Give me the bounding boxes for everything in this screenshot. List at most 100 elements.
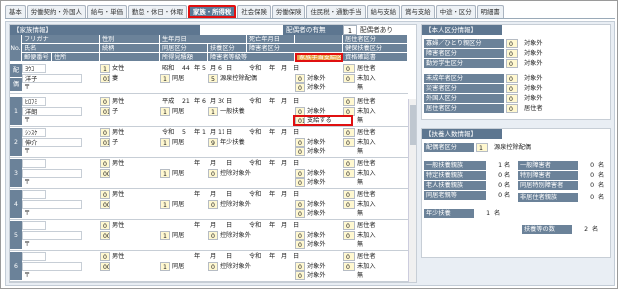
dep-left-unit-1: 名 [504, 172, 511, 179]
family-row-5 [10, 221, 408, 251]
vertical-scrollbar[interactable] [408, 99, 416, 282]
dep-minor-label: 年少扶養 [424, 209, 474, 218]
dep-right-label-0: 一般障害者 [518, 161, 578, 170]
col-header-no: No. [10, 35, 22, 62]
col-header-residence: 居住者区分 [343, 35, 408, 44]
col-header-name: 氏名 [22, 44, 100, 53]
col-header-blank-4 [295, 35, 343, 44]
spouse-presence-text: 配偶者あり [360, 26, 393, 34]
self-code-0[interactable]: 0 [506, 39, 518, 48]
tab-6[interactable]: 労働保険 [271, 5, 306, 18]
family-panel: 【家族情報】 配偶者の有無 1 配偶者あり No. フリガナ 性別 生年月日 死亡年月日… [9, 24, 417, 283]
spouse-presence-input[interactable]: 1 [343, 25, 357, 35]
col-header-health_ins: 健保扶養区分 [343, 44, 408, 53]
dep-left-label-0: 一般扶養親族 [424, 161, 486, 170]
dep-left-unit-3: 名 [504, 192, 511, 199]
self-text-0: 対象外 [524, 40, 543, 47]
dep-left-value-2: 0 [498, 182, 502, 189]
col-header-birth: 生年月日 [160, 35, 247, 44]
col-header-furigana: フリガナ [22, 35, 100, 44]
self-code-3[interactable]: 0 [506, 74, 518, 83]
self-label-6: 居住者区分 [424, 104, 504, 113]
self-code-1[interactable]: 0 [506, 49, 518, 58]
self-code-6[interactable]: 0 [506, 104, 518, 113]
tab-2[interactable]: 給与・単価 [86, 5, 127, 18]
self-text-5: 対象外 [524, 95, 543, 102]
tab-5[interactable]: 社会保険 [237, 5, 271, 18]
dep-right-label-1: 特別障害者 [518, 171, 578, 180]
col-header-income: 所得見積額 [160, 53, 208, 62]
tab-10[interactable]: 中途・区分 [435, 5, 476, 18]
dep-spouse-code[interactable]: 1 [476, 143, 488, 152]
tab-3[interactable]: 勤怠・休日・休暇 [127, 5, 187, 18]
self-text-2: 対象外 [524, 60, 543, 67]
dep-left-label-2: 老人扶養親族 [424, 181, 486, 190]
col-header-blank-14 [100, 53, 160, 62]
dep-minor-value: 1 [486, 210, 490, 217]
window-frame: 基本 労働契約・外国人 給与・単価 勤怠・休日・休暇 家族・所得税 社会保険 労働保険 住民税… [0, 0, 618, 289]
family-row-6 [10, 252, 408, 282]
tab-9[interactable]: 賞与支給 [401, 5, 435, 18]
dep-right-label-2: 同居特別障害者 [518, 181, 578, 190]
col-header-qual_date: 資格確認書 [343, 53, 408, 62]
family-row-3 [10, 159, 408, 189]
dep-spouse-label: 配偶者区分 [424, 143, 474, 152]
col-header-gender: 性別 [100, 35, 160, 44]
self-label-5: 外国人区分 [424, 94, 504, 103]
self-code-5[interactable]: 0 [506, 94, 518, 103]
dependents-title: 【扶養人数情報】 [422, 129, 502, 139]
dep-total-unit: 名 [592, 226, 599, 233]
self-label-3: 未成年者区分 [424, 74, 504, 83]
dep-nonres-unit: 名 [598, 194, 605, 201]
family-header: 【家族情報】 配偶者の有無 1 配偶者あり [10, 25, 416, 35]
dep-left-value-1: 0 [498, 172, 502, 179]
dep-left-label-3: 同居老親等 [424, 191, 486, 200]
self-text-3: 対象外 [524, 75, 543, 82]
content-area: 【家族情報】 配偶者の有無 1 配偶者あり No. フリガナ 性別 生年月日 死亡年月日… [5, 21, 615, 286]
highlight-allowance [293, 115, 353, 126]
dep-spouse-text: 源泉控除配偶 [494, 144, 532, 151]
dep-right-unit-2: 名 [598, 182, 605, 189]
dep-left-unit-0: 名 [504, 162, 511, 169]
dep-right-value-2: 0 [590, 182, 594, 189]
dep-left-value-0: 1 [498, 162, 502, 169]
family-row-2 [10, 128, 408, 158]
col-header-relation: 続柄 [100, 44, 160, 53]
col-header-death: 死亡年月日 [247, 35, 295, 44]
tab-8[interactable]: 給与支給 [366, 5, 401, 18]
col-header-dep_cat: 扶養区分 [208, 44, 247, 53]
self-text-4: 対象外 [524, 85, 543, 92]
spouse-presence-label: 配偶者の有無 [283, 25, 343, 35]
self-info-title: 【本人区分情報】 [422, 25, 502, 35]
self-label-0: 寡婦／ひとり親区分 [424, 39, 504, 48]
tab-7[interactable]: 住民税・通勤手当 [306, 5, 366, 18]
col-header-family_allow: 家族手当支給区分 [295, 53, 343, 62]
tab-bar: 基本 労働契約・外国人 給与・単価 勤怠・休日・休暇 家族・所得税 社会保険 労働保険 住民税… [5, 5, 615, 19]
dep-left-unit-2: 名 [504, 182, 511, 189]
dep-left-value-3: 0 [498, 192, 502, 199]
col-header-disability: 障害者区分 [247, 44, 343, 53]
spouse-block [10, 64, 408, 94]
family-row-4 [10, 190, 408, 220]
dep-right-unit-0: 名 [598, 162, 605, 169]
self-code-2[interactable]: 0 [506, 59, 518, 68]
scrollbar-thumb[interactable] [410, 105, 416, 145]
dep-right-value-0: 0 [590, 162, 594, 169]
tab-11[interactable]: 明細書 [476, 5, 504, 18]
right-column: 【本人区分情報】 寡婦／ひとり親区分 0 対象外 障害者区分 0 対象外 勤労学生区分 0 対象… [421, 24, 611, 283]
dependents-panel: 【扶養人数情報】 配偶者区分 1 源泉控除配偶 一般扶養親族 1 名特定扶養親族 0 名老人扶… [421, 128, 611, 258]
dep-right-value-1: 0 [590, 172, 594, 179]
dep-minor-unit: 名 [494, 210, 501, 217]
self-label-1: 障害者区分 [424, 49, 504, 58]
self-label-4: 災害者区分 [424, 84, 504, 93]
tab-1[interactable]: 労働契約・外国人 [26, 5, 86, 18]
self-code-4[interactable]: 0 [506, 84, 518, 93]
self-info-panel: 【本人区分情報】 寡婦／ひとり親区分 0 対象外 障害者区分 0 対象外 勤労学生区分 0 対象… [421, 24, 611, 120]
self-text-6: 居住者 [524, 105, 543, 112]
tab-4[interactable]: 家族・所得税 [187, 5, 237, 18]
col-header-address: 住所 [52, 53, 100, 62]
dep-nonres-value: 0 [590, 194, 594, 201]
tab-0[interactable]: 基本 [5, 5, 26, 18]
self-text-1: 対象外 [524, 50, 543, 57]
dep-total-value: 2 [584, 226, 588, 233]
